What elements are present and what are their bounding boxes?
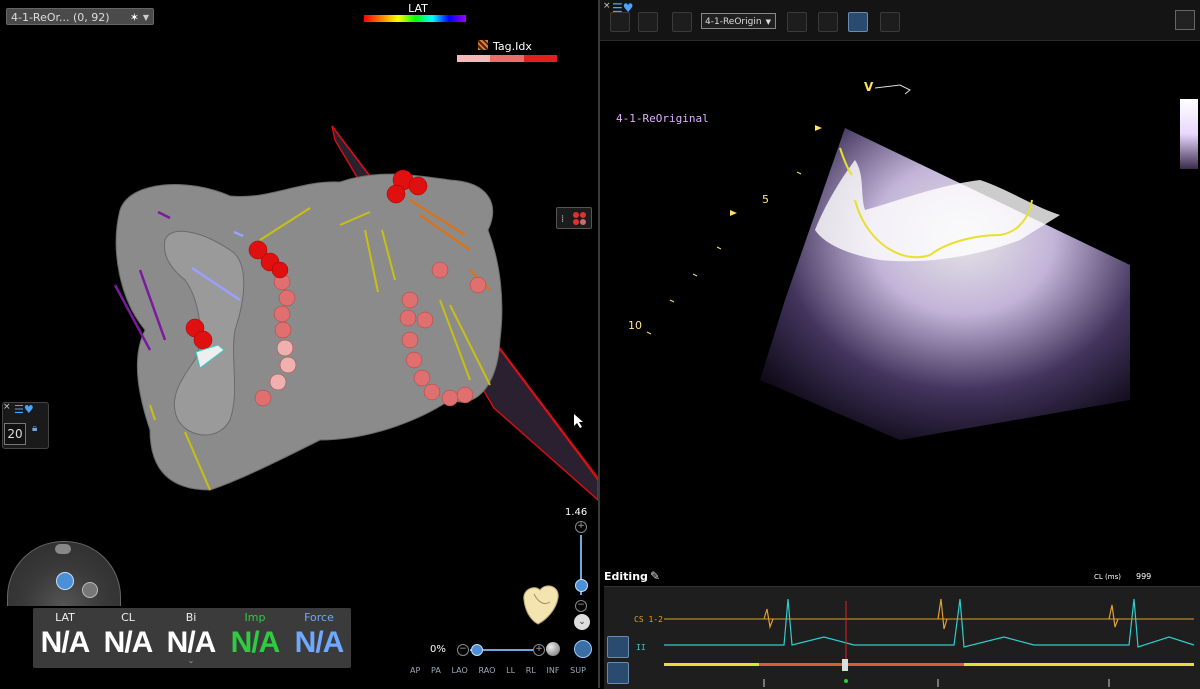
contour-tool-icon[interactable] bbox=[610, 12, 630, 32]
catheter-metrics-panel: LAT N/A CL N/A Bi N/A ⌄ Imp N/A Force N/… bbox=[33, 608, 351, 668]
ultrasound-mode-icon[interactable] bbox=[848, 12, 868, 32]
tag-color-3 bbox=[523, 55, 557, 62]
map-tab-label: 4-1-ReOr... (0, 92) bbox=[11, 11, 110, 24]
view-sup[interactable]: SUP bbox=[570, 666, 586, 675]
ultrasound-clip-label: 4-1-ReOriginal bbox=[616, 112, 709, 125]
view-rao[interactable]: RAO bbox=[479, 666, 496, 675]
cl-value: 999 bbox=[1136, 572, 1152, 581]
metric-bi: Bi N/A ⌄ bbox=[159, 608, 223, 665]
ultrasound-image bbox=[646, 84, 1130, 440]
lock-icon[interactable]: 🔒︎ bbox=[32, 423, 37, 434]
metric-imp: Imp N/A bbox=[223, 608, 287, 660]
eye-icon[interactable] bbox=[818, 12, 838, 32]
metric-value: N/A bbox=[103, 626, 154, 659]
editing-label: Editing bbox=[604, 570, 648, 583]
metric-label: Imp bbox=[244, 611, 266, 624]
view-menu-button[interactable]: ⌄ bbox=[574, 614, 590, 630]
tag-color-1 bbox=[457, 55, 491, 62]
view-ll[interactable]: LL bbox=[506, 666, 515, 675]
ultrasound-view[interactable] bbox=[600, 0, 1200, 688]
depth-marker-10: 10 bbox=[628, 319, 642, 332]
opacity-minus-icon[interactable]: − bbox=[457, 644, 469, 656]
dial-gear-icon[interactable] bbox=[82, 582, 98, 598]
heart-orientation-icon[interactable] bbox=[516, 580, 564, 626]
metric-value: N/A bbox=[294, 626, 345, 659]
ecg-refresh-icon[interactable] bbox=[607, 662, 629, 684]
rotate-ball-icon[interactable] bbox=[546, 642, 560, 656]
metric-label: CL bbox=[121, 611, 135, 624]
heart-list-icon[interactable]: ☰♥ bbox=[14, 403, 34, 416]
zoom-slider-handle[interactable] bbox=[575, 579, 588, 592]
ecg-panel bbox=[604, 586, 1200, 689]
chevron-down-icon[interactable]: ▼ bbox=[766, 14, 771, 30]
tag-color-2 bbox=[490, 55, 524, 62]
camera-view-icon[interactable] bbox=[574, 640, 592, 658]
ecg-channel-ii: II bbox=[636, 643, 646, 652]
zoom-value: 1.46 bbox=[565, 507, 588, 518]
pen-tool-icon[interactable] bbox=[638, 12, 658, 32]
view-lao[interactable]: LAO bbox=[452, 666, 468, 675]
tag-index-title: Tag.Idx bbox=[493, 40, 532, 53]
dial-top-button[interactable] bbox=[55, 544, 71, 554]
ecg-settings-icon[interactable] bbox=[607, 636, 629, 658]
view-ap[interactable]: AP bbox=[410, 666, 420, 675]
maximize-icon[interactable] bbox=[1175, 10, 1195, 30]
view-inf[interactable]: INF bbox=[547, 666, 560, 675]
depth-marker-5: 5 bbox=[762, 193, 769, 206]
zoom-in-icon[interactable]: + bbox=[575, 521, 587, 533]
metric-lat: LAT N/A bbox=[33, 608, 97, 660]
metric-value: N/A bbox=[40, 626, 91, 659]
view-rl[interactable]: RL bbox=[526, 666, 536, 675]
view-pa[interactable]: PA bbox=[431, 666, 441, 675]
dial-center-icon[interactable] bbox=[56, 572, 74, 590]
dataset-select-value: 4-1-ReOrigin bbox=[705, 17, 762, 27]
box-tool-icon[interactable] bbox=[672, 12, 692, 32]
close-icon[interactable]: × bbox=[603, 1, 611, 11]
metric-value: N/A bbox=[230, 626, 281, 659]
metric-label: Bi bbox=[185, 611, 197, 624]
metric-value: N/A bbox=[166, 626, 217, 659]
metric-force: Force N/A bbox=[287, 608, 351, 660]
tag-index-colorbar bbox=[457, 55, 557, 62]
point-size-field[interactable]: 20 bbox=[4, 423, 26, 445]
view-presets: AP PA LAO RAO LL RL INF SUP bbox=[410, 666, 586, 675]
opacity-plus-icon[interactable]: + bbox=[533, 644, 545, 656]
tag-tool-button[interactable]: ⁞ bbox=[556, 207, 592, 229]
heart-view-icon[interactable] bbox=[787, 12, 807, 32]
dataset-select[interactable]: 4-1-ReOrigin ▼ bbox=[701, 13, 776, 29]
close-icon[interactable]: × bbox=[3, 402, 11, 412]
opacity-slider-handle[interactable] bbox=[471, 644, 483, 656]
map-selector-tab[interactable]: 4-1-ReOr... (0, 92) ✶ ▼ bbox=[6, 8, 154, 25]
ecg-channel-cs12: CS 1-2 bbox=[634, 615, 663, 624]
ecg-traces bbox=[664, 598, 1195, 687]
mouse-cursor-icon bbox=[574, 414, 583, 428]
grayscale-bar bbox=[1180, 99, 1198, 169]
opacity-value: 0% bbox=[430, 644, 446, 655]
probe-v-marker: V bbox=[864, 80, 874, 94]
rotate-icon[interactable] bbox=[880, 12, 900, 32]
metric-label: LAT bbox=[55, 611, 75, 624]
svg-text:⁞: ⁞ bbox=[561, 214, 564, 225]
metric-label: Force bbox=[304, 611, 334, 624]
wand-icon[interactable]: ✶ bbox=[130, 9, 139, 26]
lat-colorbar bbox=[364, 15, 466, 22]
cl-label: CL (ms) bbox=[1094, 573, 1121, 581]
chevron-down-icon[interactable]: ▼ bbox=[143, 9, 149, 26]
lat-colorbar-title: LAT bbox=[408, 2, 428, 15]
metric-cl: CL N/A bbox=[96, 608, 160, 660]
pen-icon[interactable]: ✎ bbox=[650, 569, 660, 583]
zoom-out-icon[interactable]: − bbox=[575, 600, 587, 612]
tag-index-icon bbox=[478, 40, 488, 50]
